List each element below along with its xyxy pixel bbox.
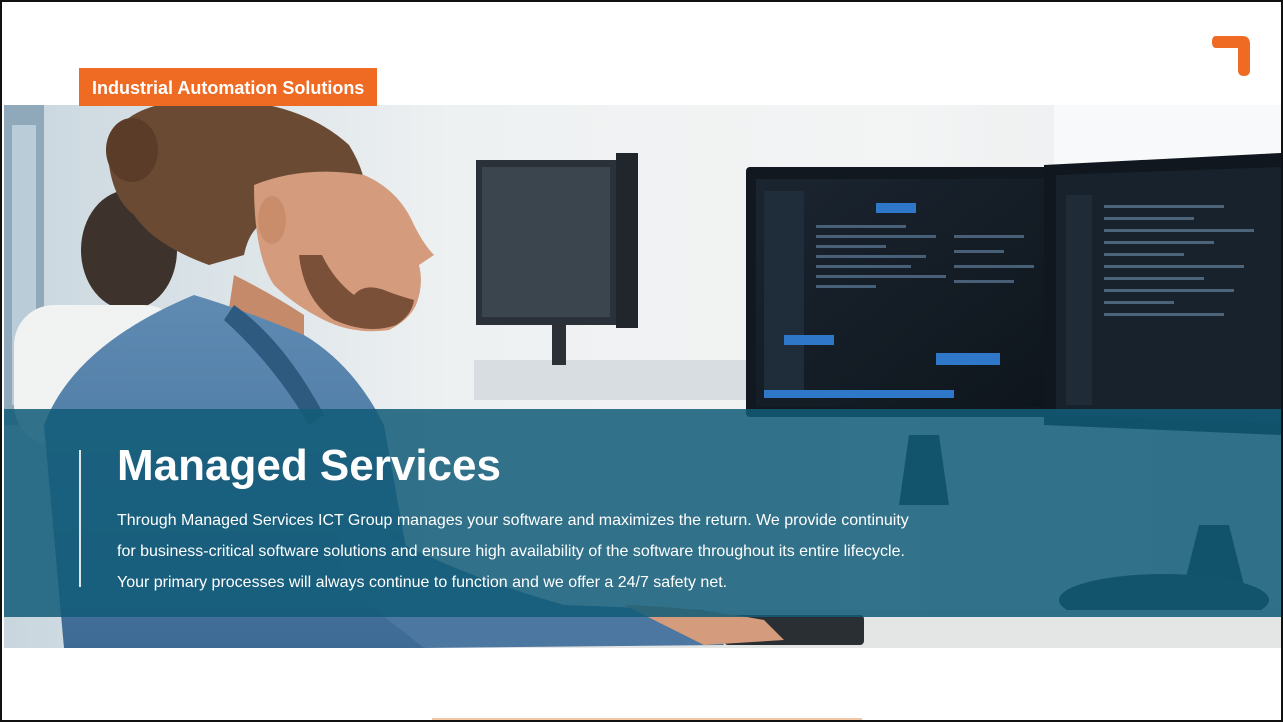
corner-bracket-icon [1212,36,1250,76]
bottom-accent-strip [432,718,862,720]
accent-divider [79,450,81,587]
category-tag: Industrial Automation Solutions [79,68,378,106]
page-title: Managed Services [117,441,501,490]
description-line: for business-critical software solutions… [117,543,905,560]
description-line: Through Managed Services ICT Group manag… [117,512,909,529]
description: Through Managed Services ICT Group manag… [117,505,1057,598]
description-line: Your primary processes will always conti… [117,574,728,591]
slide: Industrial Automation Solutions Managed … [0,0,1283,722]
